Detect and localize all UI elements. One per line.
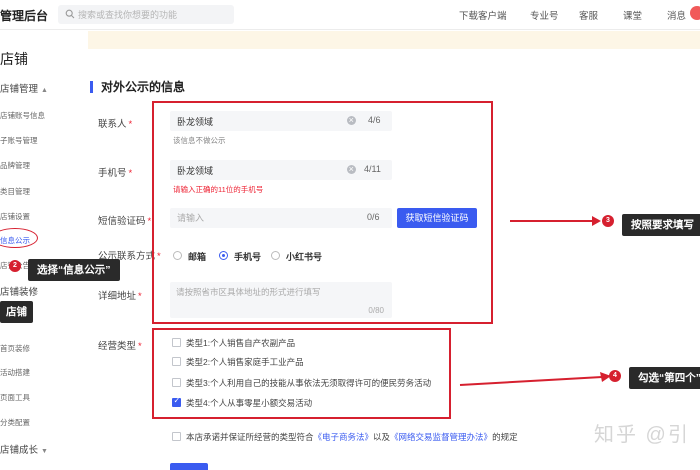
ecommerce-law-link[interactable]: 《电子商务法》: [314, 432, 374, 442]
annotation-circle: [0, 228, 38, 248]
business-type-label: 经营类型 *: [98, 341, 142, 352]
sidebar-group-growth[interactable]: 店铺成长 ▼: [0, 442, 48, 456]
section-title: 对外公示的信息: [90, 81, 185, 93]
callout-check-fourth: 勾选“第四个”: [629, 367, 700, 389]
online-trade-regulation-link[interactable]: 《网络交易监督管理办法》: [390, 432, 492, 442]
callout-select-info: 选择“信息公示”: [28, 259, 120, 281]
search-input[interactable]: [78, 7, 228, 22]
callout-fill-form: 按照要求填写: [622, 214, 700, 236]
contact-label: 联系人 *: [98, 119, 133, 130]
arrow-icon: [510, 216, 601, 226]
step-number-badge: 4: [609, 370, 621, 382]
watermark: 知乎 @引: [594, 424, 690, 446]
step-number-badge: 2: [9, 260, 21, 272]
message-badge: [690, 6, 700, 20]
app-title: 管理后台: [0, 9, 49, 23]
sidebar: 店铺 店铺管理 ▲ 店铺账号信息 子账号管理 品牌管理 类目管理 店铺设置 信息公…: [0, 31, 78, 470]
nav-download-client[interactable]: 下载客户端: [459, 8, 507, 22]
save-button[interactable]: [170, 463, 208, 470]
sidebar-title: 店铺: [0, 51, 28, 67]
sidebar-item-settings[interactable]: 店铺设置: [0, 211, 30, 222]
sidebar-group-shop-management[interactable]: 店铺管理 ▲: [0, 81, 48, 95]
phone-label: 手机号 *: [98, 168, 133, 179]
agreement-text: 本店承诺并保证所经营的类型符合《电子商务法》以及《网络交易监督管理办法》的规定: [186, 432, 518, 442]
nav-messages[interactable]: 消息: [667, 8, 686, 22]
chevron-down-icon: ▼: [41, 448, 48, 455]
sidebar-item-account-info[interactable]: 店铺账号信息: [0, 110, 45, 121]
nav-pro-account[interactable]: 专业号: [530, 8, 559, 22]
annotation-box-business-type: [152, 328, 451, 419]
global-search[interactable]: [58, 5, 234, 24]
nav-classroom[interactable]: 课堂: [623, 8, 642, 22]
top-bar: 管理后台 下载客户端 专业号 客服 课堂 消息: [0, 0, 700, 30]
annotation-box-form: [152, 101, 493, 324]
sidebar-item-sub-accounts[interactable]: 子账号管理: [0, 135, 38, 146]
sidebar-item-category-config[interactable]: 分类配置: [0, 417, 30, 428]
page: 管理后台 下载客户端 专业号 客服 课堂 消息 店铺 店铺管理▲ 店铺账号信息 …: [0, 0, 700, 470]
sidebar-group-label: 店铺成长: [0, 445, 39, 456]
nav-customer-service[interactable]: 客服: [579, 8, 598, 22]
chevron-up-icon: ▲: [41, 87, 48, 94]
address-label: 详细地址 *: [98, 291, 142, 302]
sidebar-item-activity-build[interactable]: 活动搭建: [0, 367, 30, 378]
sidebar-item-categories[interactable]: 类目管理: [0, 186, 30, 197]
callout-shop: 店铺: [0, 301, 33, 323]
checkbox-box: [172, 432, 181, 441]
search-icon: [65, 9, 75, 19]
sidebar-item-home-decoration[interactable]: 首页装修: [0, 343, 30, 354]
notice-strip: [88, 31, 700, 49]
arrow-icon: [459, 372, 611, 386]
sidebar-group-label: 店铺管理: [0, 84, 39, 95]
sidebar-group-decoration[interactable]: 店铺装修: [0, 284, 38, 298]
sidebar-item-brands[interactable]: 品牌管理: [0, 160, 30, 171]
sms-label: 短信验证码 *: [98, 216, 152, 227]
step-number-badge: 3: [602, 215, 614, 227]
sidebar-item-page-tools[interactable]: 页面工具: [0, 392, 30, 403]
